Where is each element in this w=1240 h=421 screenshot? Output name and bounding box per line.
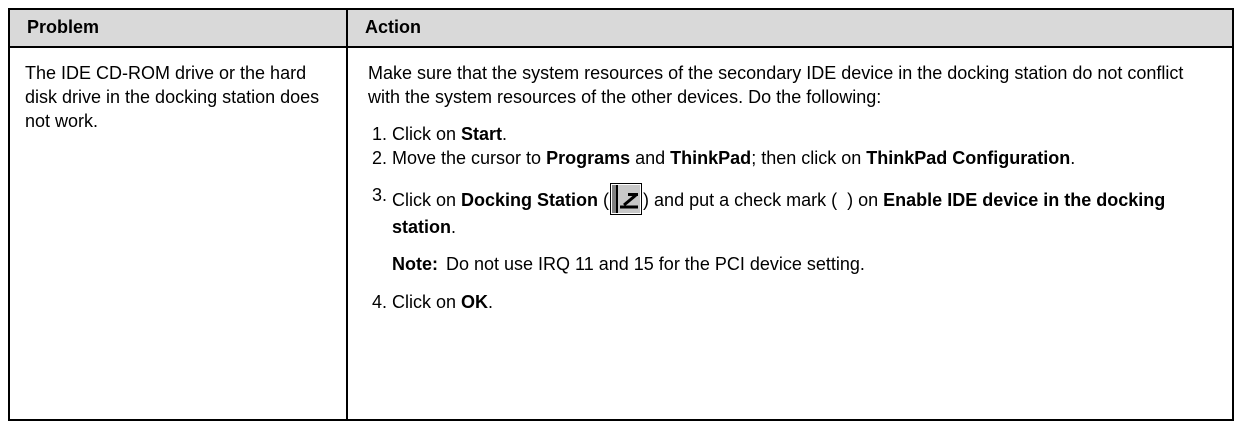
troubleshooting-table: Problem Action The IDE CD-ROM drive or t… [8, 8, 1234, 421]
step-text: . [1070, 148, 1076, 168]
step-2: 2. Move the cursor to Programs and ThinkP… [368, 146, 1202, 170]
step-4: 4. Click on OK. [368, 290, 1202, 314]
action-cell: Make sure that the system resources of t… [346, 46, 1234, 421]
action-intro: Make sure that the system resources of t… [368, 63, 1184, 107]
step-bold: Start [461, 124, 503, 144]
step-bold: ThinkPad [670, 148, 752, 168]
step-text: Move the cursor to [392, 148, 547, 168]
step-number: 4. [372, 292, 388, 312]
step-text: Click on [392, 124, 462, 144]
step-text: Click on [392, 292, 462, 312]
step-list-continued: 4. Click on OK. [368, 290, 1202, 314]
step-bold: OK [461, 292, 489, 312]
step-text: ) on [847, 190, 884, 210]
step-text: . [451, 217, 457, 237]
step-number: 2. [372, 148, 388, 168]
header-row: Problem Action [8, 8, 1234, 48]
step-number: 3. [372, 185, 388, 205]
problem-cell: The IDE CD-ROM drive or the hard disk dr… [8, 46, 348, 421]
docking-station-icon [610, 183, 643, 215]
step-text: . [488, 292, 494, 312]
step-text: ; then click on [751, 148, 867, 168]
step-text: Click on [392, 190, 462, 210]
problem-header: Problem [8, 8, 348, 48]
step-bold: ThinkPad Configuration [866, 148, 1071, 168]
note: Note: Do not use IRQ 11 and 15 for the PC… [392, 252, 1202, 276]
note-text: Do not use IRQ 11 and 15 for the PCI dev… [446, 254, 865, 274]
note-label: Note: [392, 254, 438, 274]
step-bold: Programs [546, 148, 631, 168]
step-1: 1. Click on Start. [368, 122, 1202, 146]
step-bold: Docking Station [461, 190, 599, 210]
step-text: ) and put a check mark ( [643, 190, 838, 210]
step-text: ( [598, 190, 610, 210]
step-text: and [630, 148, 671, 168]
action-header: Action [346, 8, 1234, 48]
table-row: The IDE CD-ROM drive or the hard disk dr… [8, 46, 1234, 421]
step-number: 1. [372, 124, 388, 144]
step-list: 1. Click on Start. 2. Move the cursor to P… [368, 122, 1202, 239]
step-text: . [502, 124, 508, 144]
step-3: 3. Click on Docking Station ( ) and put a… [368, 183, 1202, 239]
